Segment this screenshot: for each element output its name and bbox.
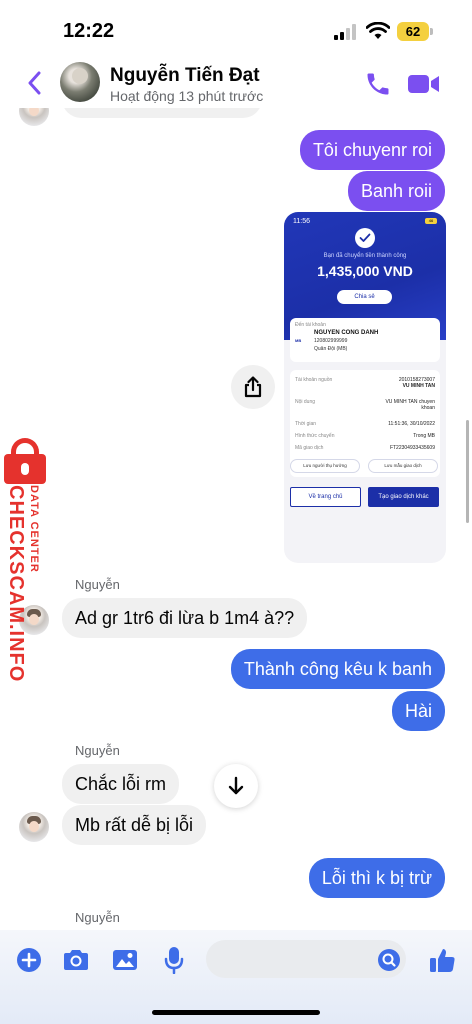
home-indicator[interactable] <box>152 1010 320 1015</box>
video-call-button[interactable] <box>407 71 441 97</box>
screenshot-recipient-card: Đến tài khoản MB NGUYEN CONG DANH 120802… <box>290 318 440 362</box>
outgoing-message[interactable]: Hài <box>391 691 445 731</box>
voice-call-button[interactable] <box>364 70 392 98</box>
incoming-message[interactable]: Chắc lỗi rm <box>62 764 180 804</box>
battery-indicator: 62 <box>397 22 429 41</box>
share-image-button[interactable] <box>231 365 275 409</box>
chat-header: Nguyễn Tiến Đạt Hoạt động 13 phút trước <box>0 58 472 108</box>
like-button[interactable] <box>427 945 457 975</box>
outgoing-message[interactable]: Lỗi thì k bị trừ <box>308 858 445 898</box>
watermark-tag: DATA CENTER <box>28 485 40 573</box>
microphone-icon <box>164 947 184 974</box>
success-check-icon <box>355 228 375 248</box>
video-camera-icon <box>408 75 439 93</box>
contact-avatar[interactable] <box>60 62 100 102</box>
contact-active-status: Hoạt động 13 phút trước <box>110 88 264 104</box>
status-bar: 12:22 62 <box>0 0 472 58</box>
scroll-to-bottom-button[interactable] <box>214 764 258 808</box>
outgoing-message[interactable]: Banh roii <box>347 171 445 211</box>
back-chevron-icon <box>28 71 41 95</box>
recipient-account: 120802999999 <box>314 338 348 344</box>
cellular-signal-icon <box>334 24 358 40</box>
share-icon <box>244 376 262 398</box>
save-recipient-pill: Lưu người thụ hưởng <box>290 459 360 473</box>
detail-row: Hình thức chuyển Trong MB <box>295 433 435 439</box>
screenshot-home-button: Về trang chủ <box>290 487 361 507</box>
scrollbar-thumb[interactable] <box>466 420 469 523</box>
back-button[interactable] <box>18 66 50 100</box>
screenshot-amount: 1,435,000 VND <box>317 263 413 279</box>
contact-mini-avatar <box>19 108 49 126</box>
contact-name[interactable]: Nguyễn Tiến Đạt <box>110 65 260 87</box>
partial-message-bubble <box>62 108 262 118</box>
contact-mini-avatar[interactable] <box>19 812 49 842</box>
detail-row: Tài khoản nguồn 2010158273007 VU MINH TAN <box>295 377 435 389</box>
emoji-search-button[interactable] <box>374 945 404 975</box>
sender-name: Nguyễn <box>75 910 120 925</box>
recipient-name: NGUYEN CONG DANH <box>314 330 379 336</box>
plus-icon <box>17 948 41 972</box>
message-composer <box>0 930 472 1024</box>
image-icon <box>113 950 137 970</box>
sender-name: Nguyễn <box>75 743 120 758</box>
detail-row: Thời gian 11:51:36, 30/10/2022 <box>295 421 435 427</box>
save-template-pill: Lưu mẫu giao dịch <box>368 459 438 473</box>
battery-tip <box>430 28 433 35</box>
gallery-button[interactable] <box>110 945 140 975</box>
detail-row: Mã giao dịch FT22304933435609 <box>295 445 435 451</box>
incoming-message[interactable]: Ad gr 1tr6 đi lừa b 1m4 à?? <box>62 598 308 638</box>
thumbs-up-icon <box>430 949 455 972</box>
outgoing-message[interactable]: Thành công kêu k banh <box>230 649 445 689</box>
camera-icon <box>64 950 88 970</box>
detail-row: Nội dung VU MINH TAN chuyen khoan <box>295 399 435 411</box>
screenshot-time: 11:56 <box>293 218 310 225</box>
sender-name: Nguyễn <box>75 577 120 592</box>
screenshot-success-text: Bạn đã chuyển tiền thành công <box>323 253 407 259</box>
screenshot-new-transaction-button: Tạo giao dịch khác <box>368 487 439 507</box>
outgoing-message[interactable]: Tôi chuyenr roi <box>299 130 445 170</box>
screenshot-battery: 46 <box>425 218 437 224</box>
recipient-bank: Quân Đội (MB) <box>314 346 348 352</box>
incoming-message[interactable]: Mb rất dễ bị lỗi <box>62 805 207 845</box>
watermark-brand: CHECKSCAM.INFO <box>5 485 27 683</box>
voice-message-button[interactable] <box>159 945 189 975</box>
screenshot-share-button: Chia sẻ <box>337 290 392 304</box>
mb-bank-logo: MB <box>295 338 302 343</box>
more-actions-button[interactable] <box>14 945 44 975</box>
status-time: 12:22 <box>63 20 115 42</box>
wifi-icon <box>366 22 390 39</box>
to-account-label: Đến tài khoản <box>295 322 326 328</box>
phone-icon <box>367 73 389 95</box>
search-icon <box>378 949 400 971</box>
arrow-down-icon <box>228 776 244 795</box>
transfer-screenshot-image[interactable]: 11:56 46 Bạn đã chuyển tiền thành công 1… <box>284 212 446 563</box>
camera-button[interactable] <box>61 945 91 975</box>
padlock-icon <box>2 438 48 484</box>
